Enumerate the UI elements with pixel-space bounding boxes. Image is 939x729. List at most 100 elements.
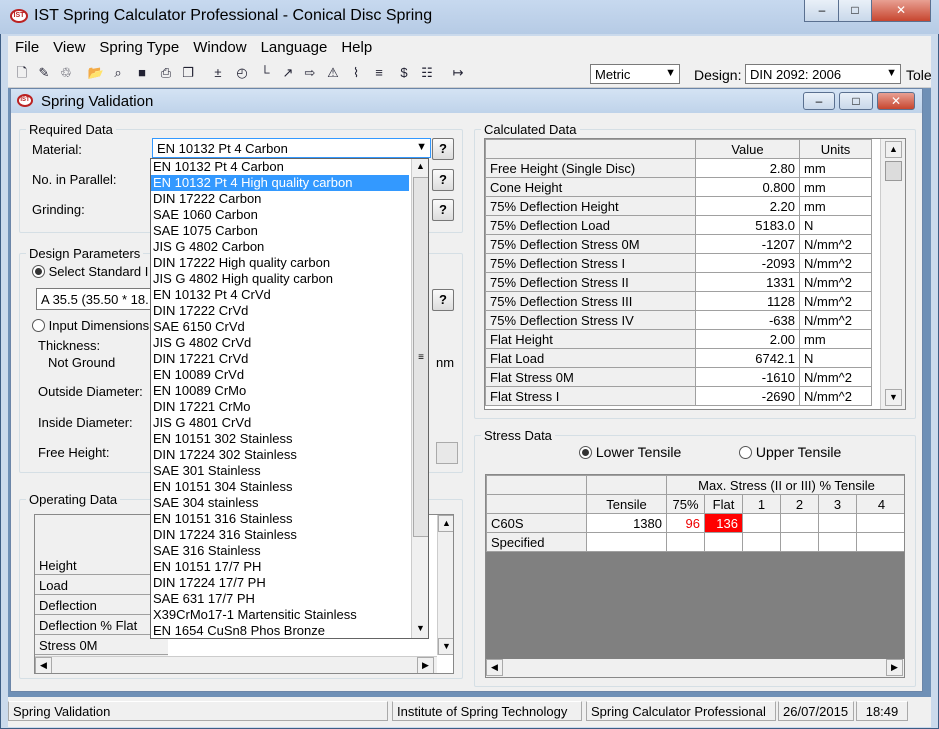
menu-file[interactable]: File bbox=[8, 36, 46, 56]
material-option[interactable]: EN 10151 302 Stainless bbox=[151, 431, 409, 447]
menu-spring-type[interactable]: Spring Type bbox=[92, 36, 186, 56]
calc-units-cell[interactable]: mm bbox=[799, 329, 872, 349]
material-option[interactable]: DIN 17224 17/7 PH bbox=[151, 575, 409, 591]
scroll-down-icon[interactable]: ▼ bbox=[412, 621, 428, 638]
new-icon[interactable]: 🗋 bbox=[12, 63, 32, 83]
material-option[interactable]: SAE 6150 CrVd bbox=[151, 319, 409, 335]
calc-units-cell[interactable]: N/mm^2 bbox=[799, 253, 872, 273]
report-icon[interactable]: ☷ bbox=[417, 63, 437, 83]
material-option[interactable]: DIN 17221 CrMo bbox=[151, 399, 409, 415]
scroll-up-icon[interactable]: ▲ bbox=[412, 159, 428, 176]
stress-hscrollbar[interactable]: ◀ ▶ bbox=[486, 659, 904, 677]
stress-cell[interactable] bbox=[586, 532, 667, 552]
scroll-left-icon[interactable]: ◀ bbox=[35, 657, 52, 673]
standard-size-select[interactable]: A 35.5 (35.50 * 18. bbox=[36, 288, 156, 310]
calc-value-cell[interactable]: 2.20 bbox=[695, 196, 800, 216]
material-option[interactable]: JIS G 4802 CrVd bbox=[151, 335, 409, 351]
stress-cell[interactable] bbox=[742, 532, 781, 552]
warning-icon[interactable]: ⚠ bbox=[323, 63, 343, 83]
stress-cell[interactable] bbox=[855, 532, 904, 552]
material-option[interactable]: DIN 17222 CrVd bbox=[151, 303, 409, 319]
recycle-icon[interactable]: ♲ bbox=[56, 63, 76, 83]
stress-cell[interactable] bbox=[818, 532, 857, 552]
calc-units-cell[interactable]: mm bbox=[799, 196, 872, 216]
calc-value-cell[interactable]: 2.00 bbox=[695, 329, 800, 349]
select-standard-option[interactable]: Select Standard I bbox=[32, 264, 148, 279]
calc-units-cell[interactable]: N bbox=[799, 215, 872, 235]
menu-view[interactable]: View bbox=[46, 36, 92, 56]
calculated-data-grid[interactable]: Value Units Free Height (Single Disc) 2.80… bbox=[484, 138, 906, 410]
standard-help-button[interactable]: ? bbox=[432, 289, 454, 311]
calc-value-cell[interactable]: -2690 bbox=[695, 386, 800, 406]
stress-data-grid[interactable]: Max. Stress (II or III) % Tensile Tensil… bbox=[485, 474, 905, 678]
save-icon[interactable]: ■ bbox=[132, 63, 152, 83]
clock-icon[interactable]: ◴ bbox=[232, 63, 252, 83]
material-option[interactable]: SAE 304 stainless bbox=[151, 495, 409, 511]
input-dimensions-option[interactable]: Input Dimensions bbox=[32, 318, 149, 333]
material-option[interactable]: SAE 301 Stainless bbox=[151, 463, 409, 479]
material-option[interactable]: EN 10132 Pt 4 Carbon bbox=[151, 159, 409, 175]
stress-cell[interactable] bbox=[780, 532, 819, 552]
material-option[interactable]: SAE 631 17/7 PH bbox=[151, 591, 409, 607]
ist-logo-icon[interactable]: IST bbox=[10, 9, 28, 23]
material-option[interactable]: EN 10151 17/7 PH bbox=[151, 559, 409, 575]
search-icon[interactable]: ⌕ bbox=[108, 63, 128, 83]
close-button[interactable]: ✕ bbox=[871, 0, 931, 22]
material-option[interactable]: EN 10089 CrVd bbox=[151, 367, 409, 383]
stress-cell[interactable] bbox=[742, 513, 781, 533]
material-option[interactable]: DIN 17224 302 Stainless bbox=[151, 447, 409, 463]
calc-units-cell[interactable]: N/mm^2 bbox=[799, 234, 872, 254]
graph-icon[interactable]: └ bbox=[255, 63, 275, 83]
material-option[interactable]: DIN 17222 Carbon bbox=[151, 191, 409, 207]
menu-language[interactable]: Language bbox=[254, 36, 335, 56]
chart-icon[interactable]: ↗ bbox=[278, 63, 298, 83]
material-option[interactable]: EN 10132 Pt 4 CrVd bbox=[151, 287, 409, 303]
material-option[interactable]: SAE 1075 Carbon bbox=[151, 223, 409, 239]
child-restore-button[interactable]: □ bbox=[839, 92, 873, 110]
calc-value-cell[interactable]: -2093 bbox=[695, 253, 800, 273]
scroll-up-icon[interactable]: ▲ bbox=[885, 141, 902, 158]
stress-cell[interactable] bbox=[818, 513, 857, 533]
menu-window[interactable]: Window bbox=[186, 36, 253, 56]
bars-icon[interactable]: ≡ bbox=[369, 63, 389, 83]
calc-value-cell[interactable]: -1610 bbox=[695, 367, 800, 387]
material-option[interactable]: EN 10089 CrMo bbox=[151, 383, 409, 399]
material-option[interactable]: JIS G 4802 High quality carbon bbox=[151, 271, 409, 287]
scroll-down-icon[interactable]: ▼ bbox=[438, 638, 453, 655]
arrow-right-icon[interactable]: ⇨ bbox=[300, 63, 320, 83]
material-option[interactable]: EN 1654 CuSn8 Phos Bronze bbox=[151, 623, 409, 638]
parallel-help-button[interactable]: ? bbox=[432, 169, 454, 191]
calc-units-cell[interactable]: N/mm^2 bbox=[799, 386, 872, 406]
stress-75-cell[interactable]: 96 bbox=[666, 513, 705, 533]
scroll-left-icon[interactable]: ◀ bbox=[486, 659, 503, 676]
upper-tensile-option[interactable]: Upper Tensile bbox=[739, 444, 841, 460]
calc-value-cell[interactable]: 1128 bbox=[695, 291, 800, 311]
calc-units-cell[interactable]: mm bbox=[799, 158, 872, 178]
calc-value-cell[interactable]: -1207 bbox=[695, 234, 800, 254]
material-option[interactable]: X39CrMo17-1 Martensitic Stainless bbox=[151, 607, 409, 623]
grinding-help-button[interactable]: ? bbox=[432, 199, 454, 221]
scroll-right-icon[interactable]: ▶ bbox=[417, 657, 434, 673]
calc-value-cell[interactable]: 2.80 bbox=[695, 158, 800, 178]
open-folder-icon[interactable]: 📂 bbox=[86, 63, 106, 83]
maximize-button[interactable]: □ bbox=[838, 0, 872, 22]
calc-value-cell[interactable]: 0.800 bbox=[695, 177, 800, 197]
operating-vscrollbar[interactable]: ▲ ▼ bbox=[437, 515, 453, 655]
material-option[interactable]: SAE 316 Stainless bbox=[151, 543, 409, 559]
calc-units-cell[interactable]: N/mm^2 bbox=[799, 291, 872, 311]
material-dropdown-list[interactable]: EN 10132 Pt 4 Carbon EN 10132 Pt 4 High q… bbox=[150, 158, 429, 639]
material-option[interactable]: EN 10132 Pt 4 High quality carbon bbox=[151, 175, 409, 191]
free-height-button[interactable] bbox=[436, 442, 458, 464]
material-option[interactable]: DIN 17222 High quality carbon bbox=[151, 255, 409, 271]
design-select[interactable]: DIN 2092: 2006 ▼ bbox=[745, 64, 901, 84]
material-option[interactable]: DIN 17224 316 Stainless bbox=[151, 527, 409, 543]
lower-tensile-option[interactable]: Lower Tensile bbox=[579, 444, 681, 460]
stress-cell[interactable] bbox=[855, 513, 904, 533]
menu-help[interactable]: Help bbox=[334, 36, 379, 56]
calc-units-cell[interactable]: N/mm^2 bbox=[799, 310, 872, 330]
scroll-down-icon[interactable]: ▼ bbox=[885, 389, 902, 406]
material-option[interactable]: JIS G 4802 Carbon bbox=[151, 239, 409, 255]
copy-icon[interactable]: ❐ bbox=[178, 63, 198, 83]
dollar-icon[interactable]: $ bbox=[394, 63, 414, 83]
calc-units-cell[interactable]: N bbox=[799, 348, 872, 368]
